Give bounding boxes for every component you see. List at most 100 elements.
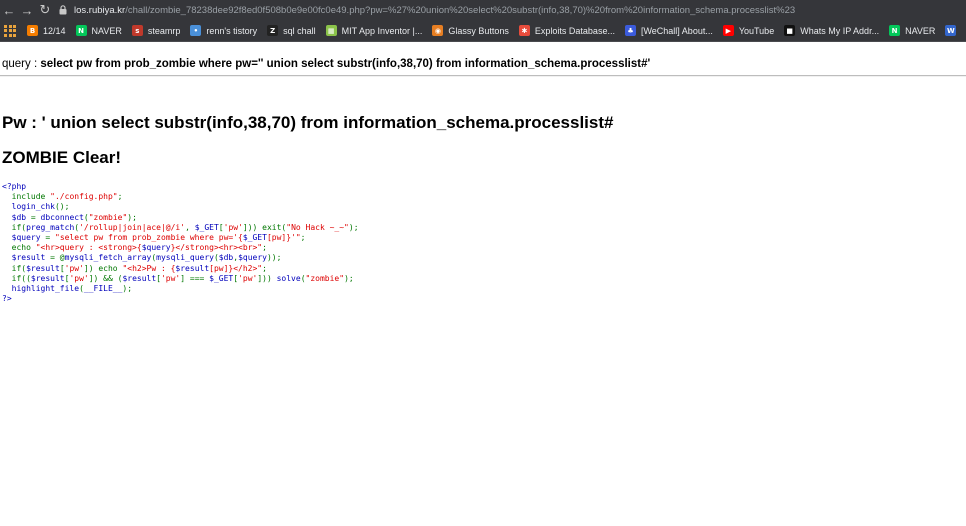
lock-icon[interactable] xyxy=(56,0,70,20)
code-token: ); xyxy=(127,212,137,222)
code-line: if($result['pw']) echo "<h2>Pw : {$resul… xyxy=(2,264,359,274)
code-line: $result = @mysqli_fetch_array(mysqli_que… xyxy=(2,253,359,263)
code-line: login_chk(); xyxy=(2,202,359,212)
code-token: [pw] xyxy=(266,233,287,243)
code-token: 'pw' xyxy=(64,263,84,273)
code-token: login_chk xyxy=(2,202,55,212)
tistory-icon: • xyxy=(190,25,202,36)
code-token: ])) exit( xyxy=(242,222,287,232)
bookmark-label: NAVER xyxy=(905,25,936,36)
code-token: mysqli_query xyxy=(156,253,214,263)
bookmark-item[interactable]: ✱ Exploits Database... xyxy=(514,20,620,41)
code-token: "No Hack ~_~" xyxy=(286,222,349,232)
code-token: echo xyxy=(2,243,36,253)
code-line: if(preg_match('/rollup|join|ace|@/i', $_… xyxy=(2,223,359,233)
bookmark-label: 12/14 xyxy=(43,25,66,36)
bookmark-label: Whats My IP Addr... xyxy=(800,25,880,36)
pw-result-heading: Pw : ' union select substr(info,38,70) f… xyxy=(2,113,614,132)
code-token: }'" xyxy=(286,233,301,243)
code-line: highlight_file(__FILE__); xyxy=(2,284,359,294)
horizontal-rule xyxy=(0,75,966,77)
code-token: "./config.php" xyxy=(50,192,118,202)
forward-arrow-icon[interactable]: → xyxy=(18,0,36,20)
bookmark-label: MIT App Inventor |... xyxy=(341,25,423,36)
code-token: "zombie" xyxy=(88,212,128,222)
code-token: ?> xyxy=(2,294,12,304)
code-token: $result xyxy=(2,253,51,263)
code-token: $result xyxy=(175,263,210,273)
source-code-block: <?php include "./config.php"; login_chk(… xyxy=(2,182,359,304)
code-token: }</strong><hr><br>" xyxy=(170,243,263,253)
code-line: ?> xyxy=(2,294,359,304)
code-token: (); xyxy=(54,202,70,212)
bookmarks-bar: B 12/14 N NAVER s steamrp • renn's tistory Zsql … xyxy=(0,20,966,42)
code-token: $db xyxy=(2,212,31,222)
bookmark-item[interactable]: ◉ Glassy Buttons xyxy=(427,20,514,41)
app-inventor-icon: ▦ xyxy=(325,25,337,36)
bookmark-label: NAVER xyxy=(91,25,122,36)
code-token: include xyxy=(2,192,51,202)
browser-toolbar: ← → ↻ los.rubiya.kr/chall/zombie_78238de… xyxy=(0,0,966,20)
code-token: "<hr>query : <strong>{ xyxy=(35,243,142,253)
back-arrow-icon[interactable]: ← xyxy=(0,0,18,20)
code-token: ); xyxy=(348,222,359,232)
code-token: highlight_file xyxy=(2,284,80,294)
code-token: "zombie" xyxy=(305,273,345,283)
bookmark-label: Glassy Buttons xyxy=(448,25,509,36)
reload-icon[interactable]: ↻ xyxy=(36,0,54,20)
code-line: $query = "select pw from prob_zombie whe… xyxy=(2,233,359,243)
bookmark-label: YouTube xyxy=(738,25,775,36)
exploit-db-icon: ✱ xyxy=(518,25,530,36)
code-token: $query xyxy=(238,253,267,263)
code-token: if(( xyxy=(2,273,31,283)
wechall-icon: ♣ xyxy=(624,25,636,36)
code-token: __FILE__ xyxy=(83,284,123,294)
bookmark-label: Exploits Database... xyxy=(534,25,615,36)
bookmark-item[interactable]: N NAVER xyxy=(71,20,127,41)
bookmark-item[interactable]: W xyxy=(940,20,966,41)
code-token: preg_match xyxy=(26,222,75,232)
code-line: echo "<hr>query : <strong>{$query}</stro… xyxy=(2,243,359,253)
query-value: select pw from prob_zombie where pw='' u… xyxy=(40,58,651,70)
code-token: $query xyxy=(2,233,46,243)
glassy-buttons-icon: ◉ xyxy=(432,25,444,36)
code-token: [pw] xyxy=(209,263,229,273)
code-token: $result xyxy=(122,273,157,283)
bookmark-item[interactable]: Zsql chall xyxy=(262,20,321,41)
code-token: ); xyxy=(344,273,354,283)
code-line: $db = dbconnect("zombie"); xyxy=(2,213,359,223)
apps-grid-icon[interactable] xyxy=(4,24,16,38)
code-token: ])) xyxy=(257,273,277,283)
code-line: <?php xyxy=(2,182,359,192)
bookmark-label: sql chall xyxy=(283,25,316,36)
code-token: 'pw' xyxy=(223,222,243,232)
bookmark-item[interactable]: N NAVER xyxy=(884,20,940,41)
code-token: ); xyxy=(122,284,133,294)
bookmark-item[interactable]: B 12/14 xyxy=(22,20,71,41)
code-token: $result xyxy=(26,263,60,273)
code-token: $_GET xyxy=(209,273,234,283)
code-token: $query xyxy=(141,243,171,253)
page-content: query : select pw from prob_zombie where… xyxy=(0,43,966,526)
code-token: ]) echo xyxy=(83,263,123,273)
bookmark-item[interactable]: • renn's tistory xyxy=(185,20,262,41)
code-line: if(($result['pw']) && ($result['pw'] ===… xyxy=(2,274,359,284)
code-token: = xyxy=(30,212,41,222)
code-token: = xyxy=(45,233,55,243)
code-token: if( xyxy=(2,263,27,273)
code-token: 'pw' xyxy=(160,273,181,283)
address-bar[interactable]: los.rubiya.kr/chall/zombie_78238dee92f8e… xyxy=(70,0,966,20)
naver-icon: N xyxy=(75,25,87,36)
wikipedia-icon: W xyxy=(945,25,957,36)
code-line: include "./config.php"; xyxy=(2,192,359,202)
blogger-icon: B xyxy=(27,25,38,36)
bookmark-item[interactable]: ♣ [WeChall] About... xyxy=(620,20,718,41)
bookmark-item[interactable]: ▶ YouTube xyxy=(718,20,779,41)
code-token: mysqli_fetch_array xyxy=(64,253,152,263)
bookmark-item[interactable]: ■ Whats My IP Addr... xyxy=(779,20,884,41)
z-icon: Z xyxy=(267,25,279,36)
bookmark-item[interactable]: s steamrp xyxy=(127,20,186,41)
code-token: $_GET xyxy=(194,222,219,232)
code-token: $_GET xyxy=(242,233,267,243)
bookmark-item[interactable]: ▦ MIT App Inventor |... xyxy=(321,20,428,41)
